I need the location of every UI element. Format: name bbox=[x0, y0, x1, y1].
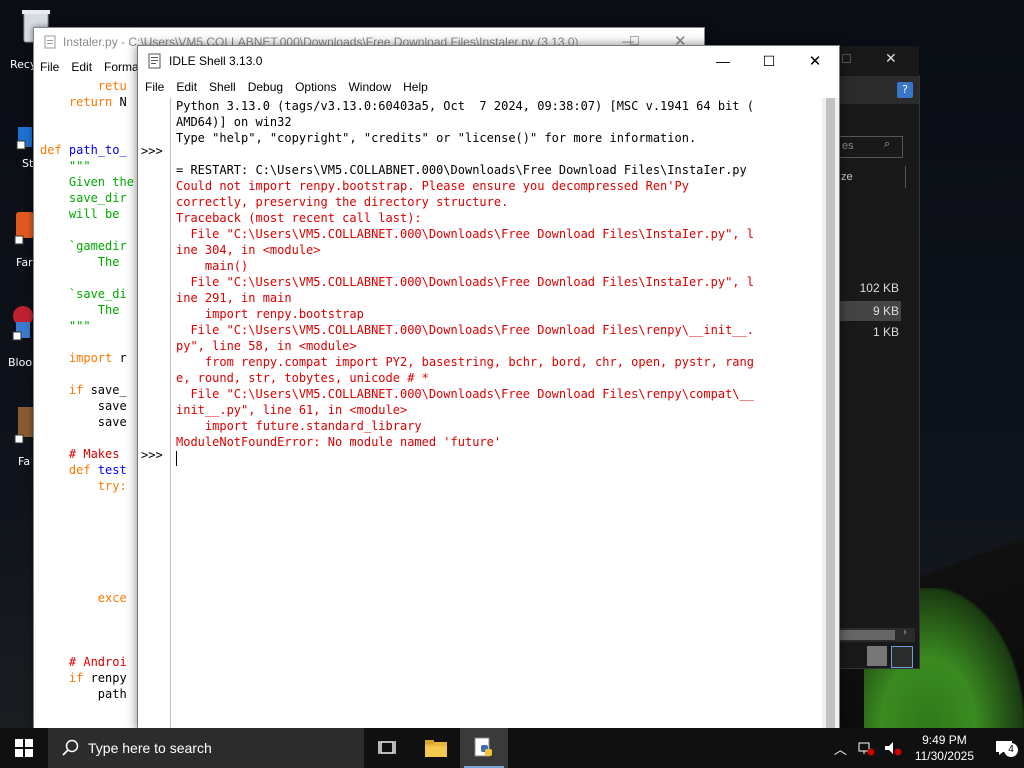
desktop-icon-label: Fa bbox=[18, 455, 31, 468]
clock-date: 11/30/2025 bbox=[914, 749, 974, 763]
task-view-icon bbox=[378, 741, 396, 754]
explorer-close-icon[interactable]: ✕ bbox=[885, 51, 897, 67]
idle-file-icon bbox=[44, 35, 56, 49]
taskbar-clock[interactable]: 9:49 PM 11/30/2025 bbox=[915, 732, 974, 764]
shell-prompt: >>> bbox=[141, 144, 163, 158]
windows-logo-icon bbox=[15, 739, 33, 757]
shell-menubar: File Edit Shell Debug Options Window Hel… bbox=[138, 76, 839, 98]
search-icon bbox=[62, 739, 79, 756]
error-line: Traceback (most recent call last): bbox=[176, 211, 422, 225]
python-icon bbox=[474, 737, 492, 757]
taskbar-python-idle[interactable] bbox=[460, 728, 508, 768]
large-icons-view-icon[interactable] bbox=[891, 646, 913, 668]
taskbar: Type here to search ︿ 9:49 PM 11/30/2025… bbox=[0, 728, 1024, 768]
idle-shell-window[interactable]: IDLE Shell 3.13.0 — ☐ ✕ File Edit Shell … bbox=[137, 45, 840, 738]
explorer-maximize-icon[interactable]: ☐ bbox=[841, 52, 852, 66]
folder-icon bbox=[425, 740, 447, 757]
restart-line: = RESTART: C:\Users\VM5.COLLABNET.000\Do… bbox=[176, 163, 747, 177]
explorer-hscroll-thumb[interactable] bbox=[839, 630, 895, 640]
banner-line: Python 3.13.0 (tags/v3.13.0:60403a5, Oct… bbox=[176, 99, 754, 113]
text-caret bbox=[176, 451, 177, 466]
shell-title: IDLE Shell 3.13.0 bbox=[169, 54, 263, 68]
shell-output-area[interactable]: Python 3.13.0 (tags/v3.13.0:60403a5, Oct… bbox=[176, 98, 820, 729]
menu-file[interactable]: File bbox=[138, 80, 169, 94]
shell-titlebar[interactable]: IDLE Shell 3.13.0 — ☐ ✕ bbox=[138, 46, 839, 76]
close-icon[interactable]: ✕ bbox=[792, 46, 838, 76]
error-line: init__.py", line 61, in <module> bbox=[176, 403, 408, 417]
menu-shell[interactable]: Shell bbox=[202, 80, 241, 94]
size-column-header[interactable]: ze bbox=[841, 171, 853, 183]
menu-help[interactable]: Help bbox=[396, 80, 433, 94]
menu-window[interactable]: Window bbox=[341, 80, 396, 94]
clock-time: 9:49 PM bbox=[922, 733, 967, 747]
prompt-gutter: >>> >>> bbox=[138, 98, 171, 729]
file-size-cell: 9 KB bbox=[872, 304, 899, 318]
error-line: import renpy.bootstrap bbox=[176, 307, 364, 321]
file-size-cell: 102 KB bbox=[859, 281, 899, 295]
app-icon bbox=[16, 127, 32, 150]
action-center-button[interactable]: 4 bbox=[984, 728, 1024, 768]
menu-options[interactable]: Options bbox=[288, 80, 341, 94]
input-line[interactable] bbox=[176, 450, 820, 466]
error-line: from renpy.compat import PY2, basestring… bbox=[176, 355, 754, 369]
explorer-hscrollbar[interactable]: › bbox=[839, 627, 915, 642]
taskbar-search-box[interactable]: Type here to search bbox=[48, 728, 364, 768]
explorer-search-placeholder: es bbox=[842, 140, 854, 152]
error-line: File "C:\Users\VM5.COLLABNET.000\Downloa… bbox=[176, 227, 754, 241]
shell-vertical-scrollbar[interactable] bbox=[822, 98, 839, 738]
error-line: ModuleNotFoundError: No module named 'fu… bbox=[176, 435, 502, 449]
network-icon[interactable] bbox=[857, 740, 875, 756]
system-tray: ︿ 9:49 PM 11/30/2025 4 bbox=[834, 728, 1024, 768]
desktop-icon-shortcut-1[interactable]: St bbox=[16, 125, 34, 170]
explorer-search-box[interactable]: es ⌕ bbox=[839, 136, 903, 158]
error-line: main() bbox=[176, 259, 249, 273]
error-line: py", line 58, in <module> bbox=[176, 339, 357, 353]
task-view-button[interactable] bbox=[364, 728, 412, 768]
idle-shell-icon bbox=[148, 53, 161, 69]
error-line: ine 291, in main bbox=[176, 291, 292, 305]
menu-debug[interactable]: Debug bbox=[241, 80, 288, 94]
notification-badge: 4 bbox=[1004, 743, 1018, 757]
desktop-icon-label: Far bbox=[16, 256, 33, 269]
error-line: e, round, str, tobytes, unicode # * bbox=[176, 371, 429, 385]
taskbar-search-placeholder: Type here to search bbox=[88, 740, 212, 756]
scroll-right-icon[interactable]: › bbox=[903, 627, 907, 638]
error-line: File "C:\Users\VM5.COLLABNET.000\Downloa… bbox=[176, 275, 754, 289]
error-line: File "C:\Users\VM5.COLLABNET.000\Downloa… bbox=[176, 387, 754, 401]
error-line: ine 304, in <module> bbox=[176, 243, 321, 257]
error-line: import future.standard_library bbox=[176, 419, 422, 433]
shell-prompt: >>> bbox=[141, 448, 163, 462]
maximize-icon[interactable]: ☐ bbox=[746, 46, 792, 76]
banner-line: AMD64)] on win32 bbox=[176, 115, 292, 129]
explorer-ribbon: ? bbox=[839, 76, 919, 104]
desktop-icon-label: Bloo bbox=[8, 356, 33, 369]
error-line: Could not import renpy.bootstrap. Please… bbox=[176, 179, 689, 193]
start-button[interactable] bbox=[0, 728, 48, 768]
error-line: File "C:\Users\VM5.COLLABNET.000\Downloa… bbox=[176, 323, 754, 337]
editor-menu-file[interactable]: File bbox=[34, 60, 65, 74]
taskbar-file-explorer[interactable] bbox=[412, 728, 460, 768]
explorer-titlebar[interactable]: ☐ ✕ bbox=[839, 46, 919, 76]
menu-edit[interactable]: Edit bbox=[169, 80, 202, 94]
error-line: correctly, preserving the directory stru… bbox=[176, 195, 509, 209]
column-divider bbox=[905, 166, 906, 188]
search-icon: ⌕ bbox=[884, 138, 891, 150]
shell-scroll-thumb[interactable] bbox=[826, 98, 835, 738]
file-explorer-window[interactable]: ☐ ✕ ? es ⌕ ze 102 KB 9 KB 1 KB › bbox=[838, 46, 920, 669]
details-view-icon[interactable] bbox=[867, 646, 887, 666]
desktop-icon-label: St bbox=[22, 157, 34, 170]
minimize-icon[interactable]: — bbox=[700, 46, 746, 76]
editor-menu-edit[interactable]: Edit bbox=[65, 60, 98, 74]
volume-muted-icon[interactable] bbox=[883, 740, 903, 756]
show-hidden-icons-icon[interactable]: ︿ bbox=[834, 739, 847, 758]
file-size-cell: 1 KB bbox=[872, 325, 899, 339]
help-icon[interactable]: ? bbox=[897, 82, 913, 98]
banner-line: Type "help", "copyright", "credits" or "… bbox=[176, 131, 697, 145]
